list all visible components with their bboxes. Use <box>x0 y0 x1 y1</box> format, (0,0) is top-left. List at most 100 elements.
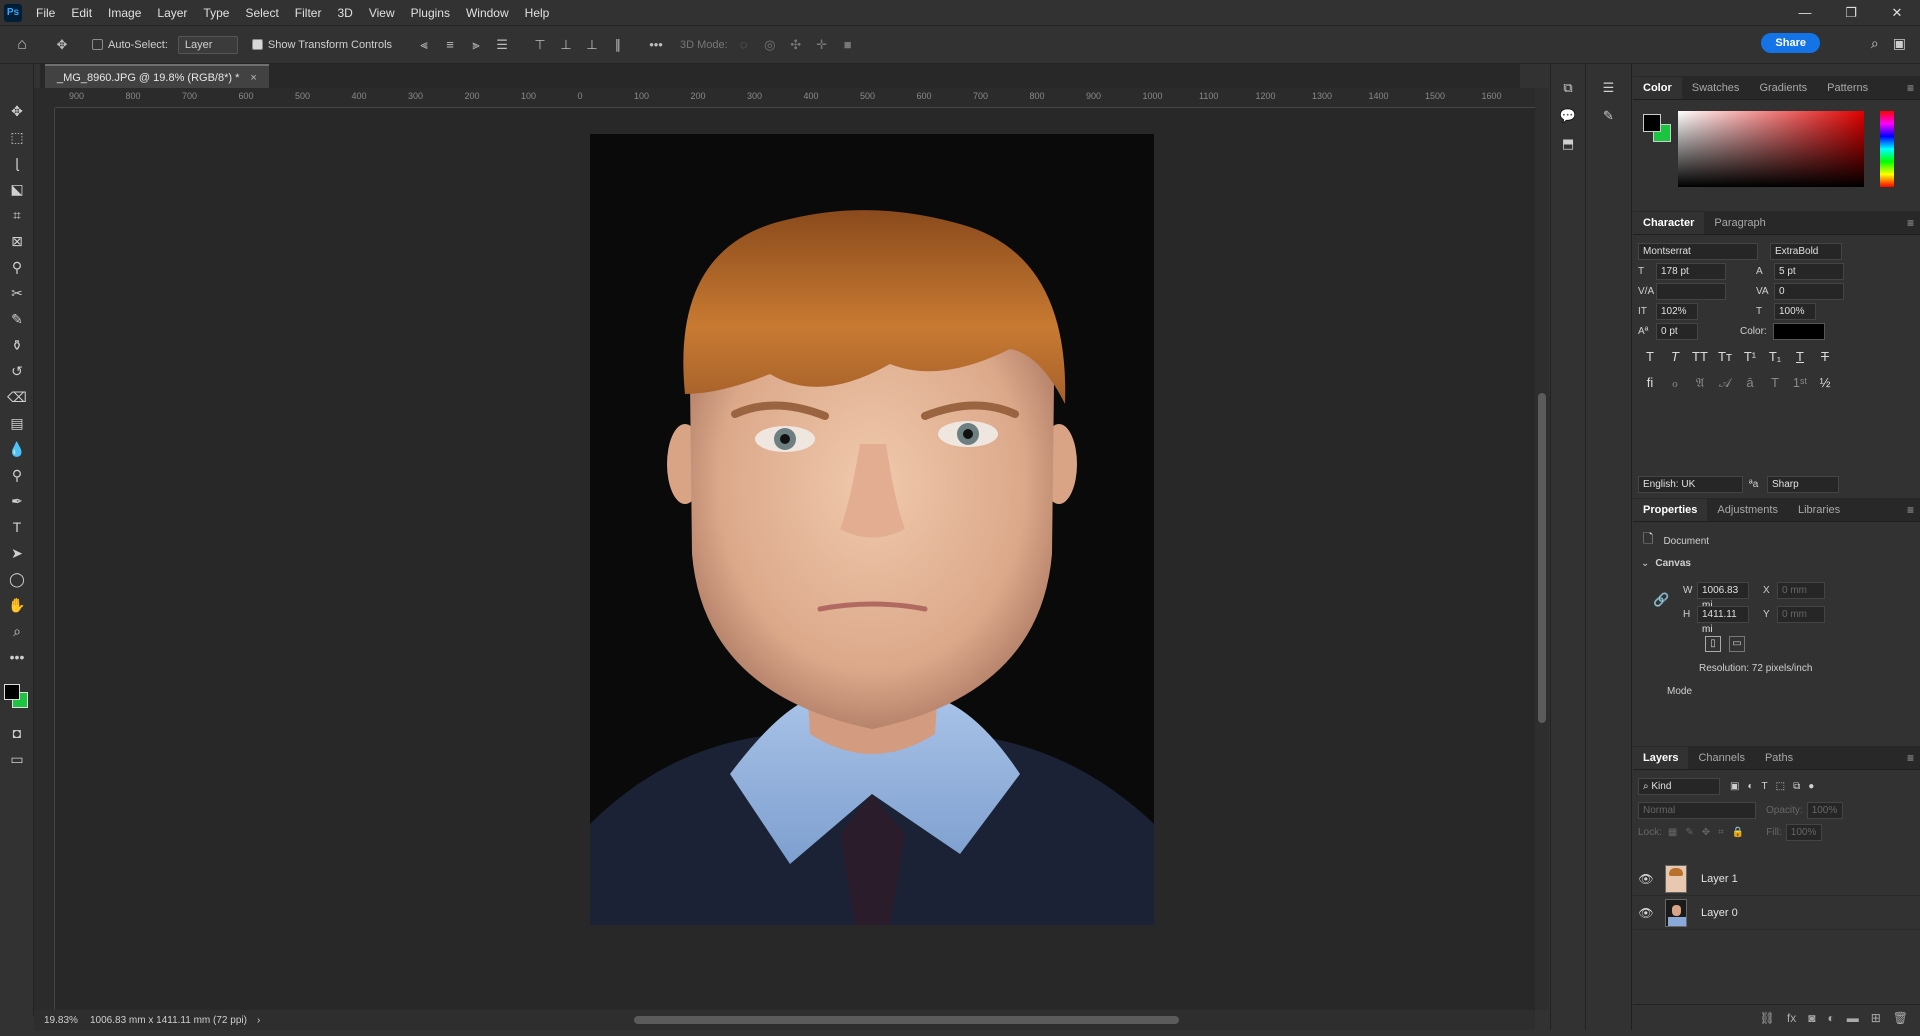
canvas-width-field[interactable]: 1006.83 mi <box>1697 582 1749 611</box>
workspace-icon[interactable]: ▣ <box>1893 35 1906 52</box>
blend-mode-dropdown[interactable]: Normal <box>1638 802 1756 819</box>
opacity-field[interactable]: 100% <box>1806 802 1843 819</box>
canvas-x-field[interactable]: 0 mm <box>1777 582 1825 599</box>
tab-adjustments[interactable]: Adjustments <box>1707 499 1788 521</box>
auto-select-target-dropdown[interactable]: Layer <box>177 35 238 54</box>
superscript-icon[interactable]: T¹ <box>1741 349 1759 364</box>
font-size-field[interactable]: 178 pt <box>1656 263 1726 280</box>
underline-icon[interactable]: T <box>1791 349 1809 364</box>
contextual-alternates-icon[interactable]: T <box>1766 375 1784 391</box>
adjust-panel-icon[interactable]: ☰ <box>1586 74 1631 102</box>
screen-mode-icon[interactable]: ▭ <box>0 746 34 772</box>
document-image[interactable] <box>590 134 1154 925</box>
filter-pixel-icon[interactable]: ▣ <box>1730 781 1739 792</box>
brush-settings-icon[interactable]: ✎ <box>1586 102 1631 130</box>
menu-select[interactable]: Select <box>237 0 286 26</box>
subscript-icon[interactable]: T₁ <box>1766 349 1784 364</box>
history-panel-icon[interactable]: ⧉ <box>1551 74 1585 102</box>
menu-view[interactable]: View <box>361 0 403 26</box>
ordinals-icon[interactable]: 1ˢᵗ <box>1791 375 1809 391</box>
horizontal-scale-field[interactable]: 100% <box>1774 303 1816 320</box>
small-caps-icon[interactable]: Tт <box>1716 349 1734 364</box>
filter-adjustment-icon[interactable]: ◐ <box>1747 781 1753 792</box>
filter-shape-icon[interactable]: ⬚ <box>1776 781 1785 792</box>
lock-all-icon[interactable]: 🔒 <box>1732 827 1744 838</box>
font-family-dropdown[interactable]: Montserrat <box>1638 243 1758 260</box>
menu-type[interactable]: Type <box>195 0 237 26</box>
gradient-tool-icon[interactable]: ▤ <box>0 410 34 436</box>
close-tab-icon[interactable]: × <box>250 72 256 84</box>
align-middle-icon[interactable]: ⊥ <box>556 35 576 55</box>
document-tab[interactable]: _MG_8960.JPG @ 19.8% (RGB/8*) * × <box>45 64 269 88</box>
distribute-vertical-icon[interactable]: ∥ <box>608 35 628 55</box>
pen-tool-icon[interactable]: ✒ <box>0 488 34 514</box>
type-tool-icon[interactable]: T <box>0 514 34 540</box>
lock-pixels-icon[interactable]: ✎ <box>1685 827 1693 838</box>
menu-3d[interactable]: 3D <box>329 0 360 26</box>
home-icon[interactable]: ⌂ <box>12 35 32 55</box>
blur-tool-icon[interactable]: 💧 <box>0 436 34 462</box>
vertical-scale-field[interactable]: 102% <box>1656 303 1698 320</box>
fractions-icon[interactable]: ½ <box>1816 375 1834 391</box>
tab-swatches[interactable]: Swatches <box>1682 77 1750 99</box>
canvas-height-field[interactable]: 1411.11 mi <box>1697 606 1749 635</box>
panel-menu-icon[interactable]: ≡ <box>1907 216 1914 230</box>
marquee-tool-icon[interactable]: ⬚ <box>0 124 34 150</box>
move-tool-preset-icon[interactable]: ✥ <box>52 35 72 55</box>
ligatures-icon[interactable]: ﬁ <box>1641 375 1659 391</box>
show-transform-checkbox[interactable] <box>251 39 263 50</box>
tab-properties[interactable]: Properties <box>1633 499 1708 521</box>
align-left-icon[interactable]: ⫷ <box>414 35 434 55</box>
color-picker-field[interactable] <box>1678 111 1864 187</box>
visibility-eye-icon[interactable]: 👁 <box>1633 872 1659 886</box>
align-right-icon[interactable]: ⫸ <box>466 35 486 55</box>
titling-alternates-icon[interactable]: ā <box>1741 375 1759 391</box>
panel-menu-icon[interactable]: ≡ <box>1907 81 1914 95</box>
text-color-swatch[interactable] <box>1772 323 1825 340</box>
quick-mask-icon[interactable]: ◘ <box>0 720 34 746</box>
dodge-tool-icon[interactable]: ⚲ <box>0 462 34 488</box>
more-options-icon[interactable]: ••• <box>646 35 666 55</box>
tab-patterns[interactable]: Patterns <box>1817 77 1878 99</box>
zoom-level[interactable]: 19.83% <box>34 1015 80 1026</box>
tracking-field[interactable]: 0 <box>1774 283 1844 300</box>
layer-row[interactable]: 👁 Layer 0 <box>1633 896 1920 930</box>
fill-field[interactable]: 100% <box>1785 824 1822 841</box>
brush-tool-icon[interactable]: ✎ <box>0 306 34 332</box>
search-icon[interactable]: ⌕ <box>1871 35 1879 52</box>
history-brush-icon[interactable]: ↺ <box>0 358 34 384</box>
stylistic-alternates-icon[interactable]: 𝒜 <box>1716 375 1734 391</box>
faux-bold-icon[interactable]: T <box>1641 349 1659 364</box>
3d-camera-icon[interactable]: ■ <box>838 35 858 55</box>
auto-select-checkbox[interactable] <box>92 39 103 50</box>
hand-tool-icon[interactable]: ✋ <box>0 592 34 618</box>
eraser-tool-icon[interactable]: ⌫ <box>0 384 34 410</box>
hue-slider[interactable] <box>1880 111 1894 187</box>
tab-channels[interactable]: Channels <box>1688 747 1754 769</box>
edit-toolbar-icon[interactable]: ••• <box>0 644 34 670</box>
healing-tool-icon[interactable]: ✂ <box>0 280 34 306</box>
tab-paths[interactable]: Paths <box>1755 747 1803 769</box>
all-caps-icon[interactable]: TT <box>1691 349 1709 364</box>
ellipse-tool-icon[interactable]: ◯ <box>0 566 34 592</box>
menu-file[interactable]: File <box>28 0 63 26</box>
tab-gradients[interactable]: Gradients <box>1749 77 1817 99</box>
canvas-area[interactable] <box>55 108 1535 1010</box>
strikethrough-icon[interactable]: T <box>1816 349 1834 364</box>
plugins-panel-icon[interactable]: ⬒ <box>1551 130 1585 158</box>
path-select-tool-icon[interactable]: ➤ <box>0 540 34 566</box>
stamp-tool-icon[interactable]: ⚱ <box>0 332 34 358</box>
language-dropdown[interactable]: English: UK <box>1638 476 1743 493</box>
minimize-icon[interactable]: — <box>1782 0 1828 26</box>
delete-layer-icon[interactable]: 🗑 <box>1893 1011 1908 1025</box>
menu-help[interactable]: Help <box>517 0 558 26</box>
status-more-icon[interactable]: › <box>257 1015 260 1026</box>
canvas-y-field[interactable]: 0 mm <box>1777 606 1825 623</box>
tab-libraries[interactable]: Libraries <box>1788 499 1850 521</box>
visibility-eye-icon[interactable]: 👁 <box>1633 906 1659 920</box>
object-select-tool-icon[interactable]: ⬕ <box>0 176 34 202</box>
3d-orbit-icon[interactable]: ◌ <box>734 35 754 55</box>
vertical-scrollbar[interactable] <box>1535 88 1549 1010</box>
move-tool-icon[interactable]: ✥ <box>0 98 34 124</box>
panel-menu-icon[interactable]: ≡ <box>1907 751 1914 765</box>
